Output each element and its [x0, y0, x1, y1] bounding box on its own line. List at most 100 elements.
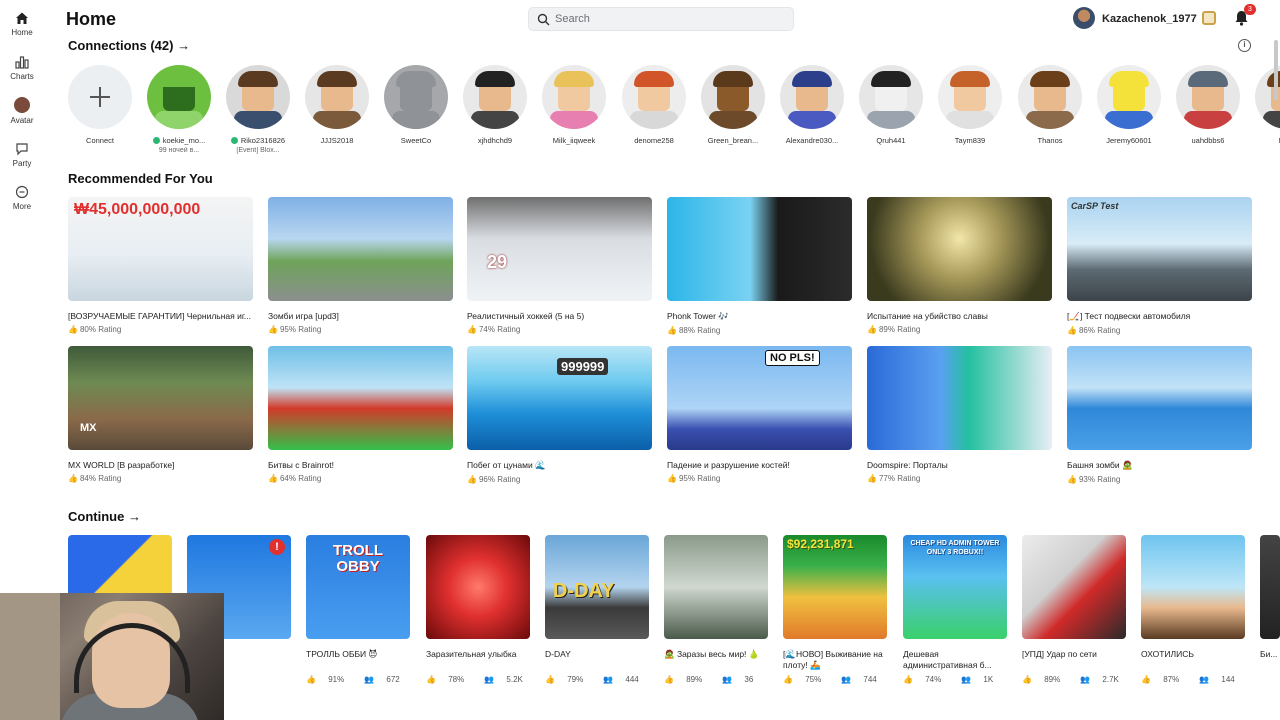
continue-game-card[interactable]: TROLL OBBY ТРОЛЛЬ ОББИ 😈 👍 91% 👥 672: [306, 535, 410, 684]
rating-text: 78%: [448, 675, 465, 684]
game-title: Дешевая административная б...: [903, 649, 992, 670]
connection-item[interactable]: uahdbbs6: [1170, 65, 1246, 145]
thumbs-up-icon: 👍: [467, 475, 477, 484]
connection-item[interactable]: JJJS2018: [299, 65, 375, 145]
connection-name-text: Green_brean...: [707, 136, 759, 145]
connection-name: Jeremy60601: [1091, 136, 1167, 145]
search-input[interactable]: [555, 11, 785, 27]
connection-item[interactable]: xjhdhchd9: [457, 65, 533, 145]
connection-name-text: Jeremy60601: [1106, 136, 1152, 145]
connection-item[interactable]: koekie_mo... 99 ночей в...: [141, 65, 217, 154]
sidebar-item-label: Charts: [10, 72, 34, 81]
game-card[interactable]: 29 Реалистичный хоккей (5 на 5) 👍 74% Ratin…: [467, 197, 652, 334]
game-card[interactable]: Башня зомби 🧟 👍 93% Rating: [1067, 346, 1252, 484]
sidebar-item-more[interactable]: More: [0, 185, 44, 211]
sidebar-item-charts[interactable]: Charts: [0, 55, 44, 81]
continue-game-card[interactable]: Би...: [1260, 535, 1280, 671]
game-title: Заразительная улыбка: [426, 649, 517, 659]
thumbs-up-icon: 👍: [867, 474, 877, 483]
thumbs-up-icon: 👍: [268, 325, 278, 334]
thumbs-up-icon: 👍: [68, 474, 78, 483]
username[interactable]: Kazachenok_1977: [1102, 13, 1197, 25]
page-title: Home: [66, 9, 117, 29]
game-title: MX WORLD [В разработке]: [68, 460, 175, 470]
connection-item[interactable]: Qruh441: [853, 65, 929, 145]
players-text: 744: [863, 675, 877, 684]
players-text: 444: [625, 675, 639, 684]
game-card[interactable]: NO PLS! Падение и разрушение костей! 👍 95% …: [667, 346, 852, 483]
game-card[interactable]: 999999 Побег от цунами 🌊 👍 96% Rating: [467, 346, 652, 484]
continue-game-card[interactable]: 🧟 Заразы весь мир! 🍐 👍 89% 👥 36: [664, 535, 768, 684]
players-stat: 👥 444: [603, 675, 649, 684]
continue-game-card[interactable]: D-DAY D-DAY 👍 79% 👥 444: [545, 535, 649, 684]
game-thumbnail: [867, 346, 1052, 450]
rating-stat: 👍 91%: [306, 675, 354, 684]
rating-text: 89%: [686, 675, 703, 684]
connection-item[interactable]: Jeremy60601: [1091, 65, 1167, 145]
thumbnail-text: 999999: [557, 358, 609, 375]
search-bar[interactable]: [528, 7, 794, 31]
game-title: Падение и разрушение костей!: [667, 460, 790, 470]
connections-title[interactable]: Connections (42) →: [68, 38, 190, 53]
continue-title[interactable]: Continue →: [68, 509, 141, 524]
game-title: Phonk Tower 🎶: [667, 311, 729, 321]
game-thumbnail: D-DAY: [545, 535, 649, 639]
game-title: [ВОЗРУЧАЕМЫЕ ГАРАНТИИ] Чернильная иг...: [68, 311, 251, 321]
thumbs-up-icon: 👍: [306, 675, 319, 684]
game-card[interactable]: Испытание на убийство славы 👍 89% Rating: [867, 197, 1052, 334]
connect-button[interactable]: Connect: [62, 65, 138, 145]
connection-name-text: SweetCo: [400, 136, 432, 145]
game-card[interactable]: ₩45,000,000,000 [ВОЗРУЧАЕМЫЕ ГАРАНТИИ] Че…: [68, 197, 253, 334]
info-icon[interactable]: i: [1238, 39, 1251, 52]
continue-game-card[interactable]: Заразительная улыбка 👍 78% 👥 5.2K: [426, 535, 530, 684]
connection-item[interactable]: Alexandre030...: [774, 65, 850, 145]
rating-text: 64% Rating: [279, 474, 322, 483]
rating-text: 93% Rating: [1078, 475, 1121, 484]
continue-game-card[interactable]: $92,231,871 [🌊НОВО] Выживание на плоту! 🚣…: [783, 535, 887, 684]
game-card[interactable]: CarSP Test [🏒] Тест подвески автомобиля 👍 8…: [1067, 197, 1252, 335]
continue-game-card[interactable]: CHEAP HD ADMIN TOWER ONLY 3 ROBUX!! Дешев…: [903, 535, 1007, 684]
user-avatar[interactable]: [1073, 7, 1095, 29]
rating-stat: 👍 89%: [1022, 675, 1070, 684]
game-title: Битвы с Brainrot!: [268, 460, 334, 470]
continue-game-card[interactable]: ОХОТИЛИСЬ 👍 87% 👥 144: [1141, 535, 1245, 684]
connection-name-text: Connect: [86, 136, 114, 145]
connection-item[interactable]: denome258: [616, 65, 692, 145]
game-card[interactable]: MX MX WORLD [В разработке] 👍 84% Rating: [68, 346, 253, 483]
game-title: Испытание на убийство славы: [867, 311, 988, 321]
connection-item[interactable]: Milk_iiqweek: [536, 65, 612, 145]
connection-name: SweetCo: [378, 136, 454, 145]
connection-item[interactable]: Thanos: [1012, 65, 1088, 145]
rating-text: 89% Rating: [878, 325, 921, 334]
connection-item[interactable]: Green_brean...: [695, 65, 771, 145]
game-stats: 👍 89% 👥 2.7K: [1022, 675, 1126, 684]
game-title: [УПД] Удар по сети: [1022, 649, 1097, 659]
sidebar-item-label: Avatar: [10, 116, 34, 125]
rating-stat: 👍 74%: [903, 675, 951, 684]
home-icon: [16, 12, 28, 24]
sidebar-item-home[interactable]: Home: [0, 11, 44, 37]
game-title: Зомби игра [upd3]: [268, 311, 339, 321]
thumbs-up-icon: 👍: [68, 325, 78, 334]
game-card[interactable]: Зомби игра [upd3] 👍 95% Rating: [268, 197, 453, 334]
game-rating: 👍 64% Rating: [268, 474, 453, 483]
rating-stat: 👍 79%: [545, 675, 593, 684]
connection-name: denome258: [616, 136, 692, 145]
game-title: 🧟 Заразы весь мир! 🍐: [664, 649, 760, 659]
connection-item[interactable]: Taym839: [932, 65, 1008, 145]
scrollbar[interactable]: [1274, 40, 1278, 100]
game-card[interactable]: Phonk Tower 🎶 👍 88% Rating: [667, 197, 852, 335]
connection-item[interactable]: Riko2316826 [Event] Blox...: [220, 65, 296, 154]
game-thumbnail: CarSP Test: [1067, 197, 1252, 301]
game-thumbnail: ₩45,000,000,000: [68, 197, 253, 301]
game-card[interactable]: Doomspire: Порталы 👍 77% Rating: [867, 346, 1052, 483]
connection-item[interactable]: SweetCo: [378, 65, 454, 145]
continue-game-card[interactable]: [УПД] Удар по сети 👍 89% 👥 2.7K: [1022, 535, 1126, 684]
sidebar-item-party[interactable]: Party: [0, 142, 44, 168]
rating-text: 77% Rating: [878, 474, 921, 483]
game-stats: 👍 75% 👥 744: [783, 675, 887, 684]
robux-icon[interactable]: [1202, 11, 1216, 25]
game-thumbnail: [268, 346, 453, 450]
game-card[interactable]: Битвы с Brainrot! 👍 64% Rating: [268, 346, 453, 483]
sidebar-item-avatar[interactable]: Avatar: [0, 97, 44, 125]
